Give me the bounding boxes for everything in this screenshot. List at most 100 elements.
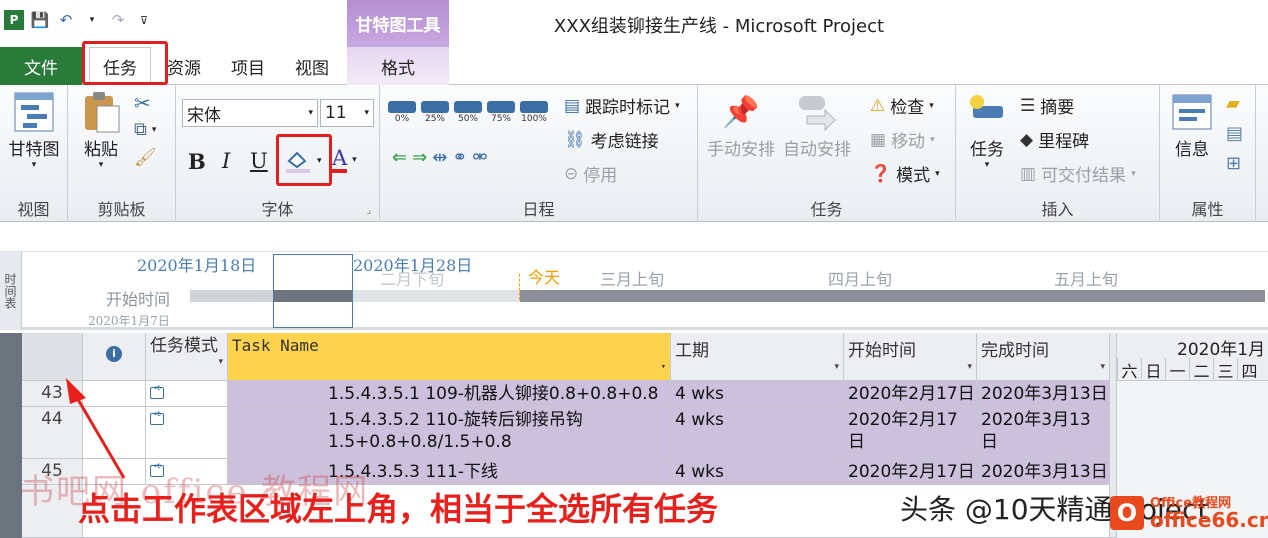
mark-on-track-icon: ▤ — [564, 95, 581, 116]
title-bar: P 💾 ↶ ▾ ↷ ⊽ 甘特图工具 XXX组装铆接生产线 - Microsoft… — [0, 0, 1268, 47]
inactivate-button[interactable]: ⊝ 停用 — [564, 161, 617, 187]
manual-schedule-button[interactable]: 📌 手动安排 — [704, 89, 778, 161]
details-icon[interactable]: ▤ — [1226, 123, 1243, 144]
paste-button[interactable]: 粘贴 ▾ — [76, 89, 126, 170]
column-dropdown-icon[interactable]: ▾ — [661, 362, 666, 372]
header-task-mode[interactable]: 任务模式 ▾ — [146, 333, 228, 381]
inspect-button[interactable]: ⚠ 检查 ▾ — [870, 93, 934, 119]
tab-project[interactable]: 项目 — [220, 47, 276, 85]
table-row-duration[interactable]: 4 wks — [671, 407, 844, 459]
italic-button[interactable]: I — [222, 149, 230, 173]
percent-0-button[interactable]: 0% — [388, 101, 416, 124]
add-to-timeline-icon[interactable]: ⊞ — [1226, 153, 1241, 174]
table-row-name[interactable]: 1.5.4.3.5.2 110-旋转后铆接吊钩1.5+0.8+0.8/1.5+0… — [228, 407, 671, 459]
indent-outdent-buttons[interactable]: ⇐ ⇒ ⇹ ⚭ ⚮ — [392, 147, 487, 168]
table-row-start[interactable]: 2020年2月17日 — [844, 407, 977, 459]
summary-button[interactable]: ☰ 摘要 — [1020, 93, 1074, 119]
group-clipboard: 粘贴 ▾ ✂ ⧉ ▾ 🖌 剪贴板 — [68, 85, 176, 222]
table-row-start[interactable]: 2020年2月17日 — [844, 459, 977, 485]
font-color-button[interactable]: A ▾ — [332, 147, 357, 173]
timeline-may: 五月上旬 — [1054, 270, 1119, 289]
row-id[interactable]: 43 — [22, 381, 83, 407]
ribbon-bottom-spacer — [0, 222, 1268, 252]
row-id[interactable]: 44 — [22, 407, 83, 459]
font-name-combo[interactable]: 宋体 ▾ — [182, 99, 318, 127]
timeline-side-label: 时间表 — [0, 252, 22, 330]
table-row-name[interactable]: 1.5.4.3.5.1 109-机器人铆接0.8+0.8+0.8 — [228, 381, 671, 407]
table-row-duration[interactable]: 4 wks — [671, 381, 844, 407]
font-name-dropdown-icon[interactable]: ▾ — [308, 108, 313, 118]
percent-50-button[interactable]: 50% — [454, 101, 482, 124]
milestone-icon: ◆ — [1020, 129, 1034, 150]
header-finish[interactable]: 完成时间 ▾ — [977, 333, 1110, 381]
header-indicators[interactable]: i — [83, 333, 146, 381]
gantt-chart-icon — [11, 89, 57, 135]
header-duration[interactable]: 工期 ▾ — [671, 333, 844, 381]
summary-icon: ☰ — [1020, 95, 1036, 116]
table-row-duration[interactable]: 4 wks — [671, 459, 844, 485]
format-painter-icon[interactable]: 🖌 — [134, 147, 157, 168]
percent-100-button[interactable]: 100% — [520, 101, 548, 124]
deliverable-button[interactable]: ▥ 可交付结果 ▾ — [1020, 161, 1136, 187]
table-row-indicators[interactable] — [83, 407, 146, 459]
percent-complete-buttons: 0% 25% 50% 75% 100% — [388, 101, 548, 124]
group-label-tasks: 任务 — [810, 200, 843, 219]
table-row-mode[interactable] — [146, 381, 228, 407]
column-dropdown-icon[interactable]: ▾ — [218, 352, 223, 372]
gantt-chart-button[interactable]: 甘特图 ▾ — [4, 89, 64, 170]
font-name-value: 宋体 — [187, 105, 221, 126]
table-row-finish[interactable]: 2020年3月13日 — [977, 459, 1110, 485]
mark-on-track-button[interactable]: ▤ 跟踪时标记 ▾ — [564, 93, 680, 119]
percent-75-button[interactable]: 75% — [487, 101, 515, 124]
annotation-caption: 点击工作表区域左上角，相当于全选所有任务 — [78, 490, 719, 528]
auto-schedule-button[interactable]: 自动安排 — [780, 89, 854, 160]
bold-button[interactable]: B — [188, 149, 206, 174]
timeline-view-window[interactable] — [273, 254, 353, 328]
table-row-start[interactable]: 2020年2月17日 — [844, 381, 977, 407]
copy-icon[interactable]: ⧉ ▾ — [134, 119, 156, 140]
group-label-insert: 插入 — [1041, 200, 1074, 219]
logo-bottom-text: office66.cn — [1150, 508, 1268, 532]
unlink-tasks-icon[interactable]: ⚮ — [472, 147, 487, 168]
column-dropdown-icon[interactable]: ▾ — [834, 362, 839, 372]
column-dropdown-icon[interactable]: ▾ — [1100, 362, 1105, 372]
deliverable-icon: ▥ — [1020, 163, 1037, 184]
group-tasks: 📌 手动安排 自动安排 ⚠ 检查 ▾ ▦ 移动 ▾ ❓ 模式 ▾ 任务 — [698, 85, 956, 222]
header-task-name[interactable]: Task Name ▾ — [228, 333, 671, 381]
information-button[interactable]: 信息 — [1164, 89, 1220, 160]
timeline-date-left: 2020年1月18日 — [137, 256, 257, 275]
table-row-mode[interactable] — [146, 407, 228, 459]
site-logo: O Office教程网 office66.cn — [1110, 490, 1268, 536]
timescale-days: 六 日 一 二 三 四 — [1117, 358, 1261, 381]
underline-button[interactable]: U — [250, 149, 268, 173]
select-all-corner[interactable] — [22, 333, 83, 381]
split-task-icon[interactable]: ⇹ — [432, 147, 447, 168]
mode-button[interactable]: ❓ 模式 ▾ — [870, 161, 940, 187]
notes-icon[interactable]: ▰ — [1226, 93, 1240, 114]
table-row-finish[interactable]: 2020年3月13日 — [977, 381, 1110, 407]
move-button[interactable]: ▦ 移动 ▾ — [870, 127, 935, 153]
timeline-pane[interactable]: 时间表 2020年1月18日 2020年1月28日 二月下旬 今天 三月上旬 四… — [0, 252, 1268, 330]
font-size-dropdown-icon[interactable]: ▾ — [364, 108, 369, 118]
insert-task-button[interactable]: 任务 ▾ — [962, 89, 1012, 170]
indent-icon[interactable]: ⇒ — [412, 147, 427, 168]
table-row-indicators[interactable] — [83, 381, 146, 407]
group-view: 甘特图 ▾ 视图 — [0, 85, 68, 222]
font-size-combo[interactable]: 11 ▾ — [320, 99, 374, 127]
tab-format[interactable]: 格式 — [347, 47, 449, 85]
cut-icon[interactable]: ✂ — [134, 91, 151, 115]
respect-links-button[interactable]: ⛓ 考虑链接 — [564, 127, 659, 153]
timeline-today-marker: 今天 — [528, 268, 561, 287]
outdent-icon[interactable]: ⇐ — [392, 147, 407, 168]
tab-file[interactable]: 文件 — [0, 47, 82, 85]
timescale-day: 一 — [1165, 358, 1189, 381]
timescale-day: 日 — [1141, 358, 1165, 381]
header-start[interactable]: 开始时间 ▾ — [844, 333, 977, 381]
table-row-finish[interactable]: 2020年3月13日 — [977, 407, 1110, 459]
office-logo-icon: O — [1110, 496, 1144, 530]
percent-25-button[interactable]: 25% — [421, 101, 449, 124]
milestone-button[interactable]: ◆ 里程碑 — [1020, 127, 1089, 153]
column-dropdown-icon[interactable]: ▾ — [967, 362, 972, 372]
link-tasks-icon[interactable]: ⚭ — [452, 147, 467, 168]
tab-view[interactable]: 视图 — [284, 47, 340, 85]
